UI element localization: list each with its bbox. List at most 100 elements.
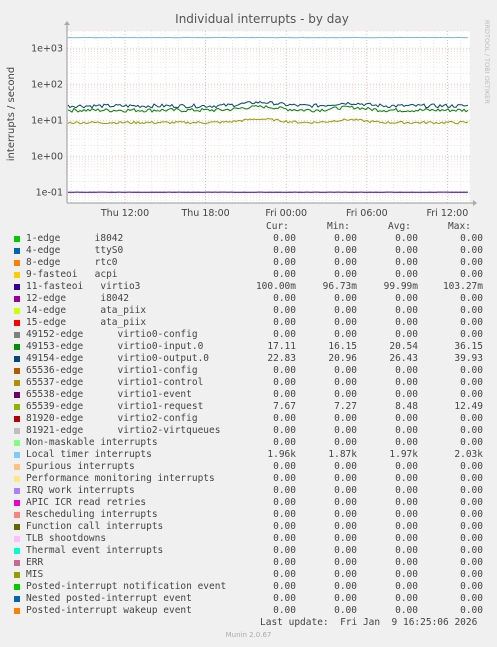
legend-cur-value: 0.00 xyxy=(273,389,296,400)
legend-row: 8-edge rtc0 0.00 0.00 0.00 0.00 xyxy=(0,257,497,269)
legend-min-value: 0.00 xyxy=(334,269,357,280)
legend-max-value: 0.00 xyxy=(460,569,483,580)
munin-version: Munin 2.0.67 xyxy=(225,631,272,639)
legend-label: MIS xyxy=(26,569,44,580)
legend-row: TLB shootdowns 0.00 0.00 0.00 0.00 xyxy=(0,533,497,545)
legend-min-value: 0.00 xyxy=(334,473,357,484)
legend-swatch xyxy=(14,464,20,470)
legend-label: Non-maskable interrupts xyxy=(26,437,158,448)
legend-min-value: 7.27 xyxy=(334,401,357,412)
legend-label: 49153-edge virtio0-input.0 xyxy=(26,341,204,352)
legend-row: 81921-edge virtio2-virtqueues 0.00 0.00 0.0… xyxy=(0,425,497,437)
legend-swatch xyxy=(14,500,20,506)
legend-row: Local timer interrupts 1.96k 1.87k 1.97k 2.0… xyxy=(0,449,497,461)
legend-max-value: 0.00 xyxy=(460,293,483,304)
legend-swatch xyxy=(14,596,20,602)
y-axis-label: interrupts / second xyxy=(6,67,17,161)
legend-swatch xyxy=(14,284,20,290)
legend-row: 4-edge ttyS0 0.00 0.00 0.00 0.00 xyxy=(0,245,497,257)
legend-max-value: 0.00 xyxy=(460,245,483,256)
legend-min-value: 16.15 xyxy=(328,341,357,352)
legend-cur-value: 0.00 xyxy=(273,461,296,472)
legend-header-avg: Avg: xyxy=(388,221,411,232)
legend-row: Nested posted-interrupt event 0.00 0.00 0.0… xyxy=(0,593,497,605)
legend-swatch xyxy=(14,344,20,350)
legend-label: 8-edge rtc0 xyxy=(26,257,118,268)
legend-avg-value: 0.00 xyxy=(395,533,418,544)
legend-label: Rescheduling interrupts xyxy=(26,509,158,520)
legend-row: 15-edge ata_piix 0.00 0.00 0.00 0.00 xyxy=(0,317,497,329)
chart: Individual interrupts - by day interrupt… xyxy=(6,12,477,219)
legend-label: Function call interrupts xyxy=(26,521,164,532)
legend-avg-value: 0.00 xyxy=(395,545,418,556)
x-tick-label: Thu 12:00 xyxy=(100,208,149,219)
y-tick-label: 1e+00 xyxy=(31,152,63,163)
legend-min-value: 0.00 xyxy=(334,329,357,340)
legend-swatch xyxy=(14,512,20,518)
legend-min-value: 0.00 xyxy=(334,389,357,400)
legend-row: Function call interrupts 0.00 0.00 0.00 0.00 xyxy=(0,521,497,533)
legend-swatch xyxy=(14,260,20,266)
legend-max-value: 0.00 xyxy=(460,269,483,280)
legend-cur-value: 0.00 xyxy=(273,509,296,520)
legend-cur-value: 0.00 xyxy=(273,605,296,616)
legend-min-value: 0.00 xyxy=(334,317,357,328)
legend-avg-value: 0.00 xyxy=(395,593,418,604)
legend-label: 4-edge ttyS0 xyxy=(26,245,124,256)
legend-swatch xyxy=(14,296,20,302)
x-axis-arrow xyxy=(473,200,477,206)
legend-min-value: 0.00 xyxy=(334,365,357,376)
legend-avg-value: 0.00 xyxy=(395,329,418,340)
legend-min-value: 1.87k xyxy=(328,449,357,460)
legend-swatch xyxy=(14,584,20,590)
legend-avg-value: 0.00 xyxy=(395,305,418,316)
legend-swatch xyxy=(14,452,20,458)
legend-avg-value: 0.00 xyxy=(395,521,418,532)
legend-avg-value: 0.00 xyxy=(395,293,418,304)
legend-max-value: 0.00 xyxy=(460,605,483,616)
legend-avg-value: 0.00 xyxy=(395,569,418,580)
legend-avg-value: 0.00 xyxy=(395,377,418,388)
y-tick-label: 1e+02 xyxy=(31,80,63,91)
legend-min-value: 96.73m xyxy=(322,281,357,292)
legend-row: MIS 0.00 0.00 0.00 0.00 xyxy=(0,569,497,581)
legend-label: 49152-edge virtio0-config xyxy=(26,329,198,340)
legend-avg-value: 20.54 xyxy=(389,341,418,352)
legend-cur-value: 0.00 xyxy=(273,473,296,484)
legend-swatch xyxy=(14,524,20,530)
x-tick-label: Fri 00:00 xyxy=(265,208,307,219)
legend-swatch xyxy=(14,416,20,422)
legend-swatch xyxy=(14,392,20,398)
legend-header-cur: Cur: xyxy=(266,221,289,232)
legend-avg-value: 0.00 xyxy=(395,581,418,592)
legend-row: APIC ICR read retries 0.00 0.00 0.00 0.00 xyxy=(0,497,497,509)
legend-cur-value: 22.83 xyxy=(267,353,296,364)
legend-cur-value: 0.00 xyxy=(273,569,296,580)
legend-min-value: 0.00 xyxy=(334,581,357,592)
legend-cur-value: 0.00 xyxy=(273,365,296,376)
legend-label: 65537-edge virtio1-control xyxy=(26,377,204,388)
legend-swatch xyxy=(14,536,20,542)
legend-min-value: 0.00 xyxy=(334,485,357,496)
legend-avg-value: 0.00 xyxy=(395,365,418,376)
legend-max-value: 0.00 xyxy=(460,473,483,484)
legend-avg-value: 0.00 xyxy=(395,389,418,400)
legend-min-value: 0.00 xyxy=(334,437,357,448)
legend-swatch xyxy=(14,476,20,482)
legend-cur-value: 0.00 xyxy=(273,581,296,592)
legend-cur-value: 0.00 xyxy=(273,425,296,436)
legend-avg-value: 0.00 xyxy=(395,497,418,508)
legend-label: 81921-edge virtio2-virtqueues xyxy=(26,425,221,436)
legend-cur-value: 0.00 xyxy=(273,521,296,532)
legend-min-value: 0.00 xyxy=(334,545,357,556)
rrdtool-credit-text: RRDTOOL / TOBI OETIKER xyxy=(483,20,491,104)
legend-avg-value: 0.00 xyxy=(395,473,418,484)
legend-row: 11-fasteoi virtio3 100.00m 96.73m 99.99m 103… xyxy=(0,281,497,293)
legend-row: 49153-edge virtio0-input.0 17.11 16.15 20.5… xyxy=(0,341,497,353)
legend-avg-value: 0.00 xyxy=(395,461,418,472)
legend-swatch xyxy=(14,356,20,362)
rrdtool-credit: RRDTOOL / TOBI OETIKER xyxy=(478,18,492,118)
legend-min-value: 0.00 xyxy=(334,521,357,532)
legend-max-value: 0.00 xyxy=(460,305,483,316)
legend-avg-value: 0.00 xyxy=(395,233,418,244)
